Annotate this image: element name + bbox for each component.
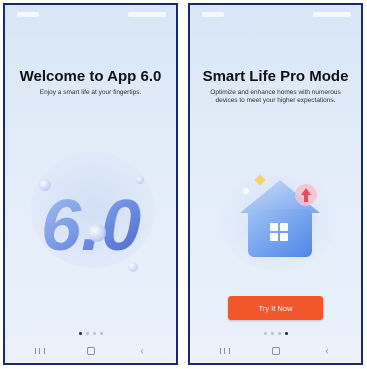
version-number-art: 6.0 xyxy=(41,186,141,266)
recent-apps-icon[interactable] xyxy=(31,344,49,358)
pager-dot[interactable] xyxy=(277,332,281,335)
back-icon[interactable]: ‹ xyxy=(133,344,151,358)
pager-dot[interactable] xyxy=(99,332,103,335)
back-icon[interactable]: ‹ xyxy=(318,344,336,358)
welcome-screen: Welcome to App 6.0 Enjoy a smart life at… xyxy=(3,3,178,365)
version-illustration: 6.0 xyxy=(31,152,155,272)
pager-dot[interactable] xyxy=(78,332,82,335)
try-it-now-button[interactable]: Try It Now xyxy=(228,296,323,320)
pager-dot[interactable] xyxy=(85,332,89,335)
pager-dot[interactable] xyxy=(284,332,288,335)
pager-dot[interactable] xyxy=(270,332,274,335)
home-icon[interactable] xyxy=(267,344,285,358)
pager-dots xyxy=(190,332,361,335)
home-icon[interactable] xyxy=(82,344,100,358)
navigation-bar: ‹ xyxy=(5,339,176,363)
navigation-bar: ‹ xyxy=(190,339,361,363)
pager-dot[interactable] xyxy=(263,332,267,335)
pro-mode-screen: Smart Life Pro Mode Optimize and enhance… xyxy=(188,3,363,365)
pager-dots xyxy=(5,332,176,335)
pager-dot[interactable] xyxy=(92,332,96,335)
recent-apps-icon[interactable] xyxy=(216,344,234,358)
